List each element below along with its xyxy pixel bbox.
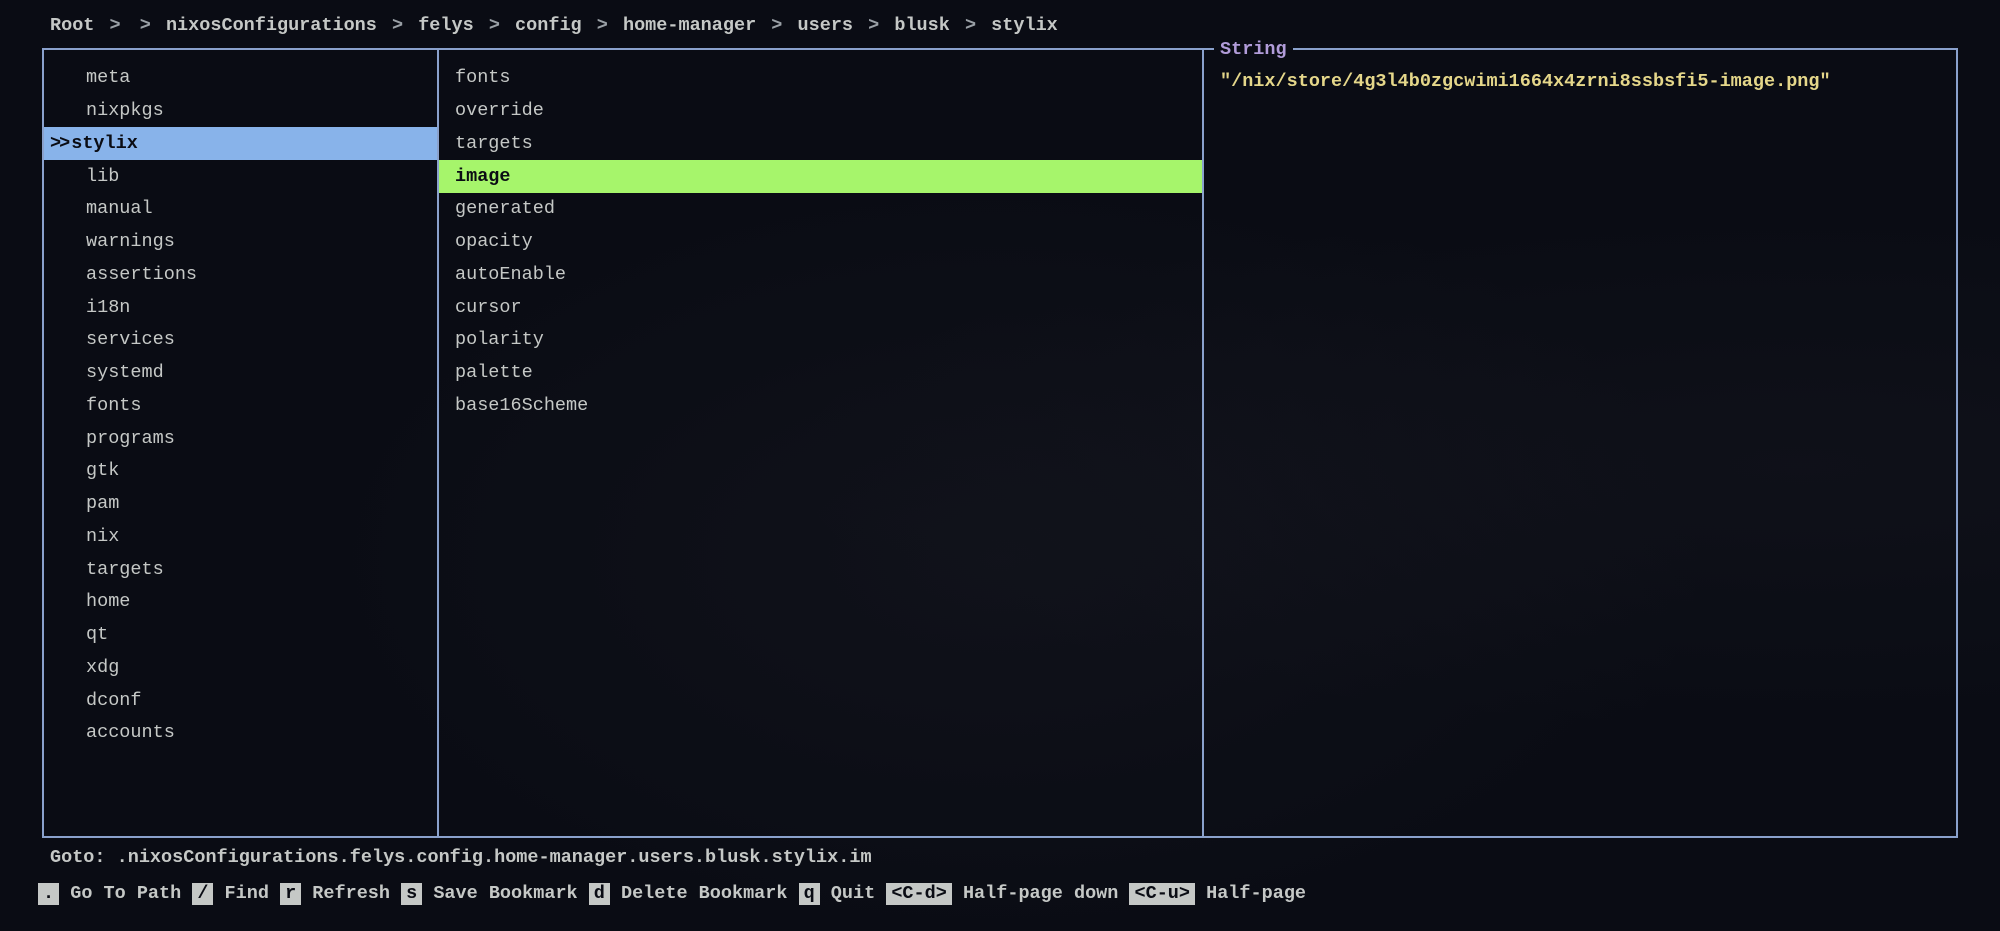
- list-item[interactable]: image: [439, 160, 1202, 193]
- list-item[interactable]: systemd: [44, 357, 437, 390]
- breadcrumb-segment[interactable]: home-manager: [623, 15, 756, 36]
- breadcrumb-segment[interactable]: users: [798, 15, 854, 36]
- list-item[interactable]: base16Scheme: [439, 389, 1202, 422]
- breadcrumb-separator: >: [478, 15, 511, 36]
- breadcrumb-segment[interactable]: blusk: [894, 15, 950, 36]
- help-label: Quit: [820, 883, 887, 904]
- list-item[interactable]: programs: [44, 422, 437, 455]
- breadcrumb-segment[interactable]: felys: [418, 15, 474, 36]
- list-item[interactable]: pam: [44, 488, 437, 521]
- breadcrumb-separator: >: [954, 15, 987, 36]
- list-item[interactable]: warnings: [44, 226, 437, 259]
- breadcrumb-segment[interactable]: Root: [50, 15, 94, 36]
- list-item[interactable]: i18n: [44, 291, 437, 324]
- list-item[interactable]: manual: [44, 193, 437, 226]
- list-item[interactable]: meta: [44, 62, 437, 95]
- current-column: fontsoverridetargetsimagegeneratedopacit…: [439, 50, 1204, 836]
- help-key: .: [38, 883, 59, 905]
- list-item[interactable]: dconf: [44, 684, 437, 717]
- main-panels: metanixpkgsstylixlibmanualwarningsassert…: [42, 48, 1958, 838]
- preview-column: String "/nix/store/4g3l4b0zgcwimi1664x4z…: [1204, 50, 1956, 836]
- list-item[interactable]: nix: [44, 520, 437, 553]
- list-item[interactable]: home: [44, 586, 437, 619]
- breadcrumb-separator: >: [140, 15, 162, 36]
- help-key: <C-d>: [886, 883, 952, 905]
- help-key: /: [192, 883, 213, 905]
- breadcrumb-separator: >: [760, 15, 793, 36]
- list-item[interactable]: override: [439, 95, 1202, 128]
- goto-path: .nixosConfigurations.felys.config.home-m…: [117, 847, 872, 868]
- list-item[interactable]: generated: [439, 193, 1202, 226]
- list-item[interactable]: lib: [44, 160, 437, 193]
- list-item[interactable]: targets: [44, 553, 437, 586]
- help-key: <C-u>: [1129, 883, 1195, 905]
- help-label: Find: [213, 883, 280, 904]
- breadcrumb-separator: >: [586, 15, 619, 36]
- list-item[interactable]: fonts: [439, 62, 1202, 95]
- help-label: Half-page: [1195, 883, 1306, 904]
- help-key: r: [280, 883, 301, 905]
- parent-column: metanixpkgsstylixlibmanualwarningsassert…: [44, 50, 439, 836]
- breadcrumb-segment[interactable]: stylix: [991, 15, 1058, 36]
- goto-path-line: Goto: .nixosConfigurations.felys.config.…: [0, 838, 2000, 876]
- list-item[interactable]: accounts: [44, 717, 437, 750]
- breadcrumb-separator: >: [381, 15, 414, 36]
- breadcrumb-segment[interactable]: config: [515, 15, 582, 36]
- breadcrumb-segment[interactable]: nixosConfigurations: [166, 15, 377, 36]
- list-item[interactable]: assertions: [44, 258, 437, 291]
- list-item[interactable]: polarity: [439, 324, 1202, 357]
- help-key: q: [799, 883, 820, 905]
- help-label: Refresh: [301, 883, 401, 904]
- breadcrumb-separator: >: [98, 15, 131, 36]
- help-label: Delete Bookmark: [610, 883, 799, 904]
- breadcrumb-separator: >: [857, 15, 890, 36]
- list-item[interactable]: opacity: [439, 226, 1202, 259]
- list-item[interactable]: fonts: [44, 389, 437, 422]
- goto-prefix: Goto:: [50, 847, 117, 868]
- value-content: "/nix/store/4g3l4b0zgcwimi1664x4zrni8ssb…: [1204, 50, 1956, 106]
- help-label: Save Bookmark: [422, 883, 589, 904]
- help-bar: . Go To Path / Find r Refresh s Save Boo…: [0, 876, 2000, 912]
- list-item[interactable]: qt: [44, 619, 437, 652]
- help-key: d: [589, 883, 610, 905]
- list-item[interactable]: cursor: [439, 291, 1202, 324]
- value-type-label: String: [1214, 36, 1293, 64]
- list-item[interactable]: targets: [439, 127, 1202, 160]
- list-item[interactable]: gtk: [44, 455, 437, 488]
- list-item[interactable]: autoEnable: [439, 258, 1202, 291]
- list-item[interactable]: xdg: [44, 651, 437, 684]
- help-key: s: [401, 883, 422, 905]
- list-item[interactable]: palette: [439, 357, 1202, 390]
- help-label: Go To Path: [59, 883, 192, 904]
- breadcrumb: Root > > nixosConfigurations > felys > c…: [0, 0, 2000, 48]
- list-item[interactable]: stylix: [44, 127, 437, 160]
- list-item[interactable]: nixpkgs: [44, 95, 437, 128]
- help-label: Half-page down: [952, 883, 1130, 904]
- list-item[interactable]: services: [44, 324, 437, 357]
